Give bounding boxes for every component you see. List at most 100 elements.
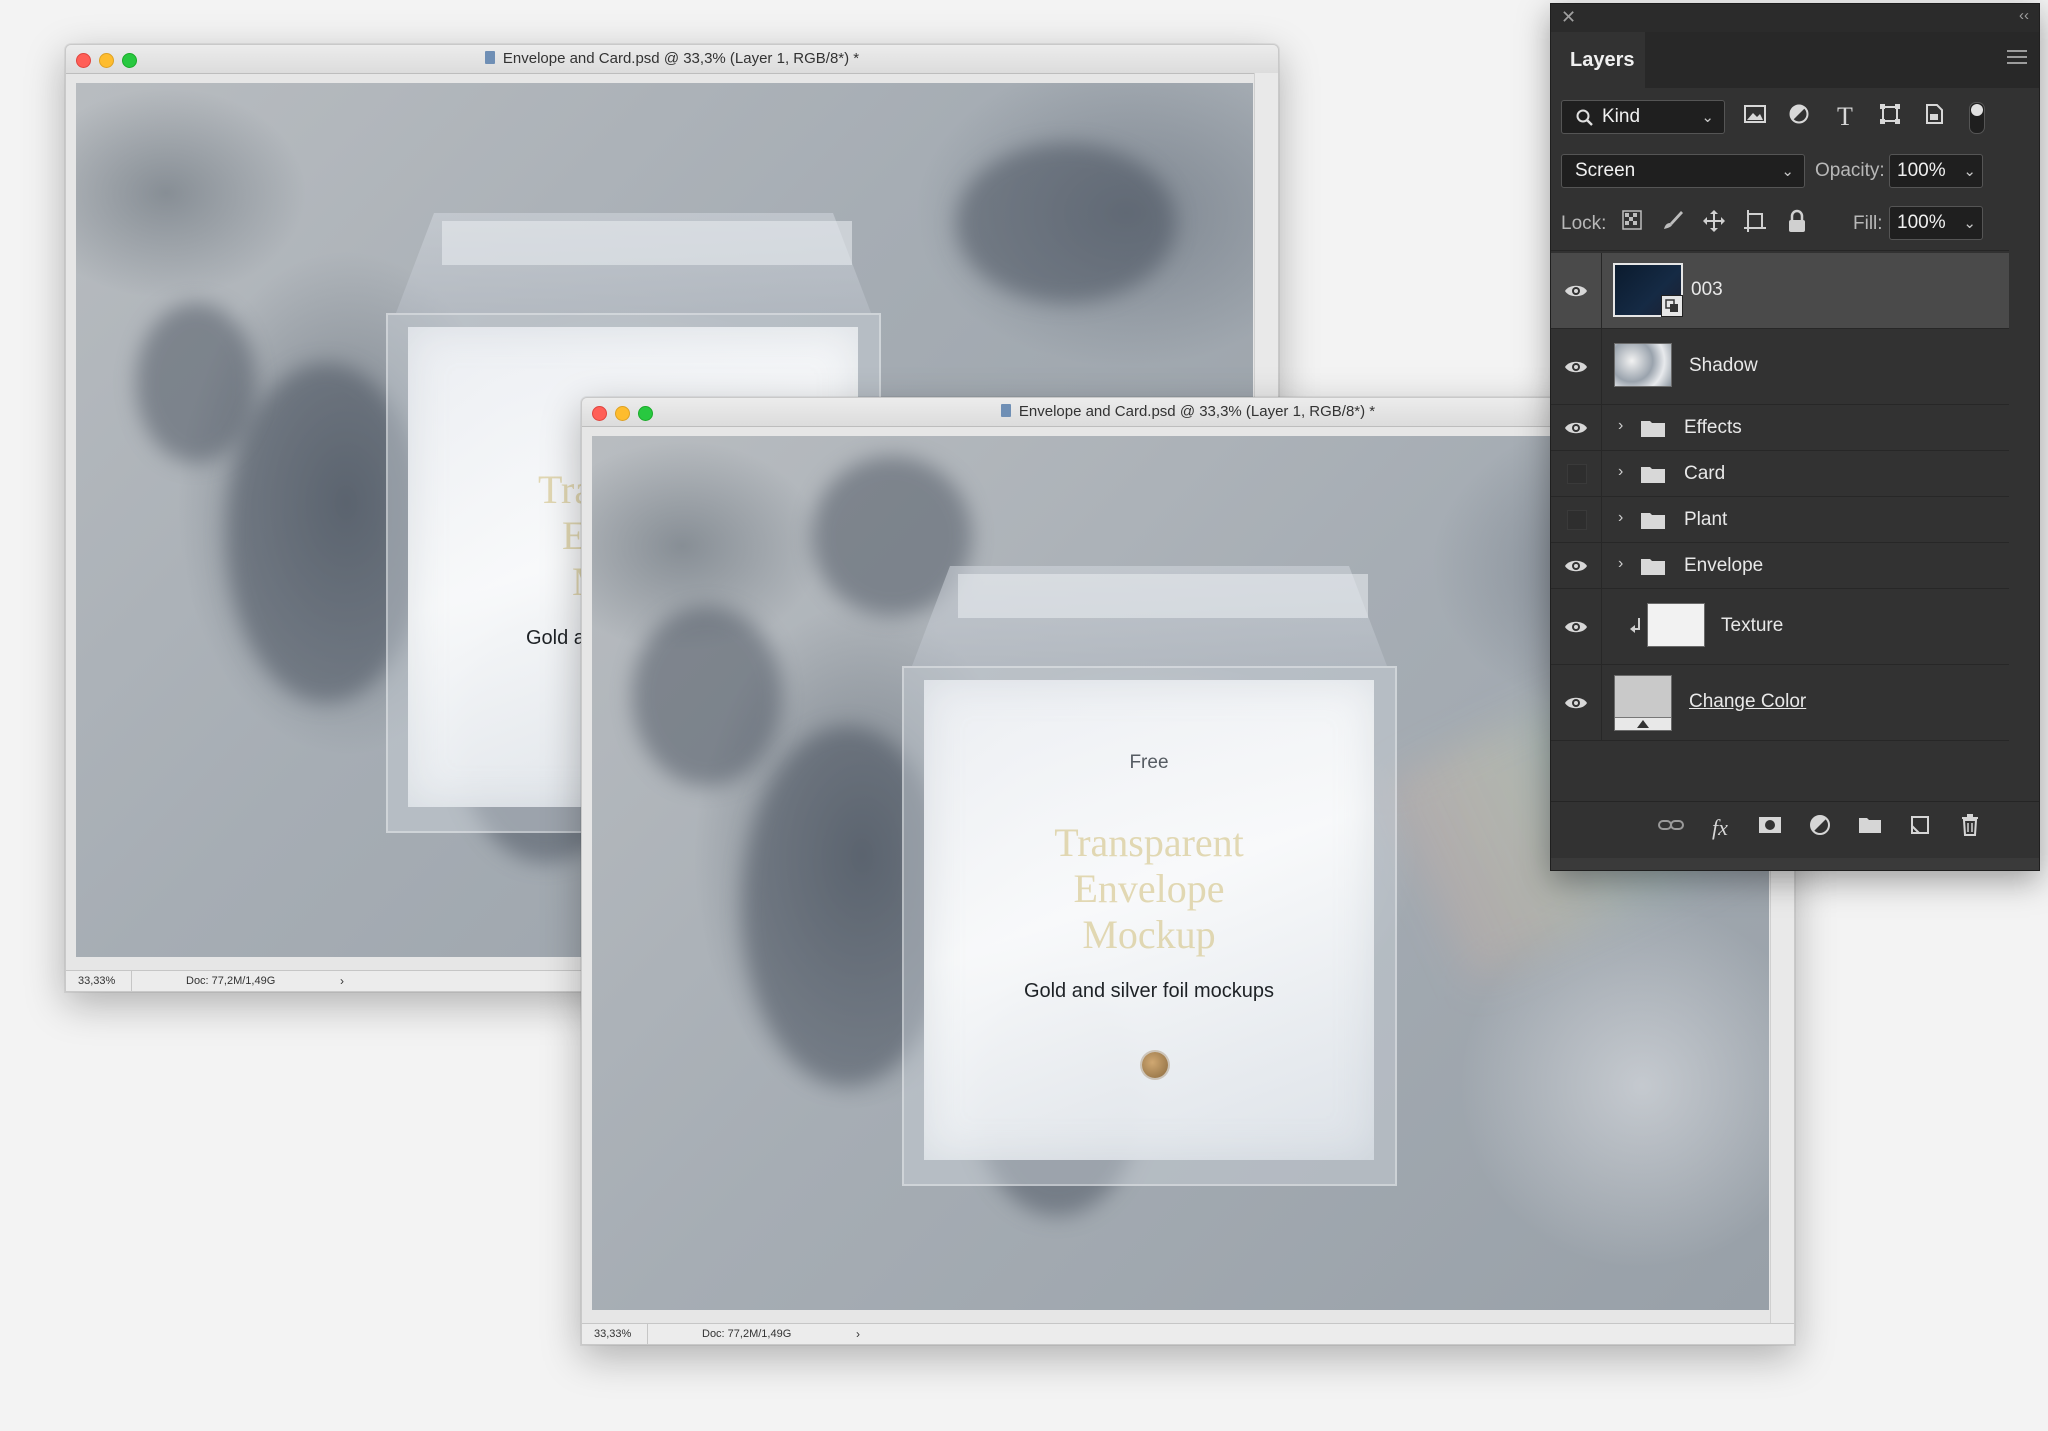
image-filter-icon[interactable] — [1741, 103, 1769, 131]
lock-all-icon[interactable] — [1783, 209, 1811, 237]
layer-row-shadow[interactable]: Shadow — [1551, 329, 2009, 405]
collapse-panel-icon[interactable]: ‹‹ — [2019, 7, 2029, 24]
doc-size: Doc: 77,2M/1,49G — [186, 975, 276, 987]
card-subtitle: Gold and silver foil mockups — [1023, 980, 1275, 1002]
eye-icon[interactable] — [1564, 615, 1588, 639]
fill-input[interactable]: 100% ⌄ — [1889, 206, 1983, 240]
status-menu-arrow-icon[interactable]: › — [340, 971, 344, 991]
filter-kind-select[interactable]: Kind ⌄ — [1561, 100, 1725, 134]
opacity-label: Opacity: — [1815, 160, 1885, 181]
seal-icon — [1142, 1052, 1168, 1078]
fill-label: Fill: — [1853, 213, 1883, 234]
hidden-visibility-box[interactable] — [1567, 464, 1587, 484]
window-titlebar[interactable]: Envelope and Card.psd @ 33,3% (Layer 1, … — [66, 45, 1278, 74]
expand-chevron-icon[interactable]: › — [1618, 509, 1623, 527]
layer-row-change-color[interactable]: Change Color — [1551, 665, 2009, 741]
eye-icon[interactable] — [1564, 416, 1588, 440]
filter-toggle[interactable] — [1969, 102, 1985, 134]
layer-row-plant[interactable]: › Plant — [1551, 497, 2009, 543]
eye-icon[interactable] — [1564, 355, 1588, 379]
clipping-arrow-icon — [1630, 618, 1640, 633]
lock-artboard-icon[interactable] — [1741, 209, 1769, 237]
visibility-cell[interactable] — [1551, 589, 1602, 664]
fill-slider-icon — [1615, 717, 1671, 730]
adjustment-filter-icon[interactable] — [1785, 103, 1813, 131]
layer-row-envelope[interactable]: › Envelope — [1551, 543, 2009, 589]
chevron-down-icon: ⌄ — [1781, 163, 1794, 180]
chevron-down-icon[interactable]: ⌄ — [1963, 214, 1976, 232]
doc-size: Doc: 77,2M/1,49G — [702, 1328, 792, 1340]
card-free-label: Free — [1129, 752, 1169, 773]
tab-layers[interactable]: Layers — [1551, 32, 1645, 88]
close-window-button[interactable] — [76, 53, 91, 68]
envelope-strip — [442, 221, 852, 265]
visibility-cell[interactable] — [1551, 665, 1602, 740]
smart-object-filter-icon[interactable] — [1920, 103, 1948, 131]
layer-name[interactable]: Texture — [1721, 615, 1783, 637]
shape-filter-icon[interactable] — [1876, 103, 1904, 131]
layer-row-texture[interactable]: Texture — [1551, 589, 2009, 665]
fill-layer-thumbnail — [1614, 675, 1672, 731]
document-icon — [484, 51, 495, 64]
layer-row-effects[interactable]: › Effects — [1551, 405, 2009, 451]
document-icon — [1000, 404, 1011, 417]
maximize-window-button[interactable] — [122, 53, 137, 68]
search-icon — [1576, 109, 1593, 126]
expand-chevron-icon[interactable]: › — [1618, 417, 1623, 435]
trash-icon[interactable] — [1956, 814, 1984, 842]
fx-icon[interactable]: fx — [1706, 814, 1734, 842]
close-panel-icon[interactable]: ✕ — [1561, 7, 1576, 28]
adjustment-icon[interactable] — [1806, 814, 1834, 842]
maximize-window-button[interactable] — [638, 406, 653, 421]
visibility-cell[interactable] — [1551, 451, 1602, 496]
layer-name[interactable]: Effects — [1684, 417, 1742, 439]
layer-name[interactable]: 003 — [1691, 279, 1723, 301]
layer-row-003[interactable]: 003 — [1551, 253, 2009, 329]
folder-icon[interactable] — [1856, 814, 1884, 842]
minimize-window-button[interactable] — [615, 406, 630, 421]
link-icon[interactable] — [1657, 814, 1685, 842]
window-title: Envelope and Card.psd @ 33,3% (Layer 1, … — [502, 50, 860, 67]
visibility-cell[interactable] — [1551, 329, 1602, 404]
eye-icon[interactable] — [1564, 691, 1588, 715]
minimize-window-button[interactable] — [99, 53, 114, 68]
new-layer-icon[interactable] — [1906, 814, 1934, 842]
lock-move-icon[interactable] — [1700, 209, 1728, 237]
status-menu-arrow-icon[interactable]: › — [856, 1324, 860, 1344]
close-window-button[interactable] — [592, 406, 607, 421]
eye-icon[interactable] — [1564, 554, 1588, 578]
card-title-line: Mockup — [1082, 912, 1216, 957]
panel-tabs: Layers — [1551, 32, 2039, 88]
visibility-cell[interactable] — [1551, 253, 1602, 328]
type-filter-icon[interactable]: T — [1831, 103, 1859, 131]
leaf-shadow — [956, 143, 1176, 303]
leaf-shadow — [136, 303, 256, 463]
layers-panel: ✕ ‹‹ Layers Kind ⌄ T Screen ⌄ Opacity: 1… — [1550, 3, 2040, 871]
lock-transparent-icon[interactable] — [1618, 209, 1646, 237]
lock-brush-icon[interactable] — [1659, 209, 1687, 237]
layer-name[interactable]: Card — [1684, 463, 1725, 485]
mask-icon[interactable] — [1756, 814, 1784, 842]
card-title: Transparent Envelope Mockup — [924, 820, 1374, 958]
eye-icon[interactable] — [1564, 279, 1588, 303]
visibility-cell[interactable] — [1551, 497, 1602, 542]
expand-chevron-icon[interactable]: › — [1618, 463, 1623, 481]
layer-row-card[interactable]: › Card — [1551, 451, 2009, 497]
leaf-shadow — [632, 606, 782, 786]
visibility-cell[interactable] — [1551, 543, 1602, 588]
chevron-down-icon[interactable]: ⌄ — [1963, 162, 1976, 180]
panel-menu-icon[interactable] — [2007, 50, 2027, 64]
layer-name[interactable]: Shadow — [1689, 355, 1758, 377]
zoom-field[interactable]: 33,33% — [66, 971, 132, 991]
opacity-value: 100% — [1897, 160, 1946, 181]
opacity-input[interactable]: 100% ⌄ — [1889, 154, 1983, 188]
zoom-field[interactable]: 33,33% — [582, 1324, 648, 1344]
expand-chevron-icon[interactable]: › — [1618, 555, 1623, 573]
fill-value: 100% — [1897, 212, 1946, 233]
visibility-cell[interactable] — [1551, 405, 1602, 450]
layer-name[interactable]: Plant — [1684, 509, 1727, 531]
layer-name[interactable]: Change Color — [1689, 691, 1806, 713]
blend-mode-select[interactable]: Screen ⌄ — [1561, 154, 1805, 188]
layer-name[interactable]: Envelope — [1684, 555, 1763, 577]
hidden-visibility-box[interactable] — [1567, 510, 1587, 530]
